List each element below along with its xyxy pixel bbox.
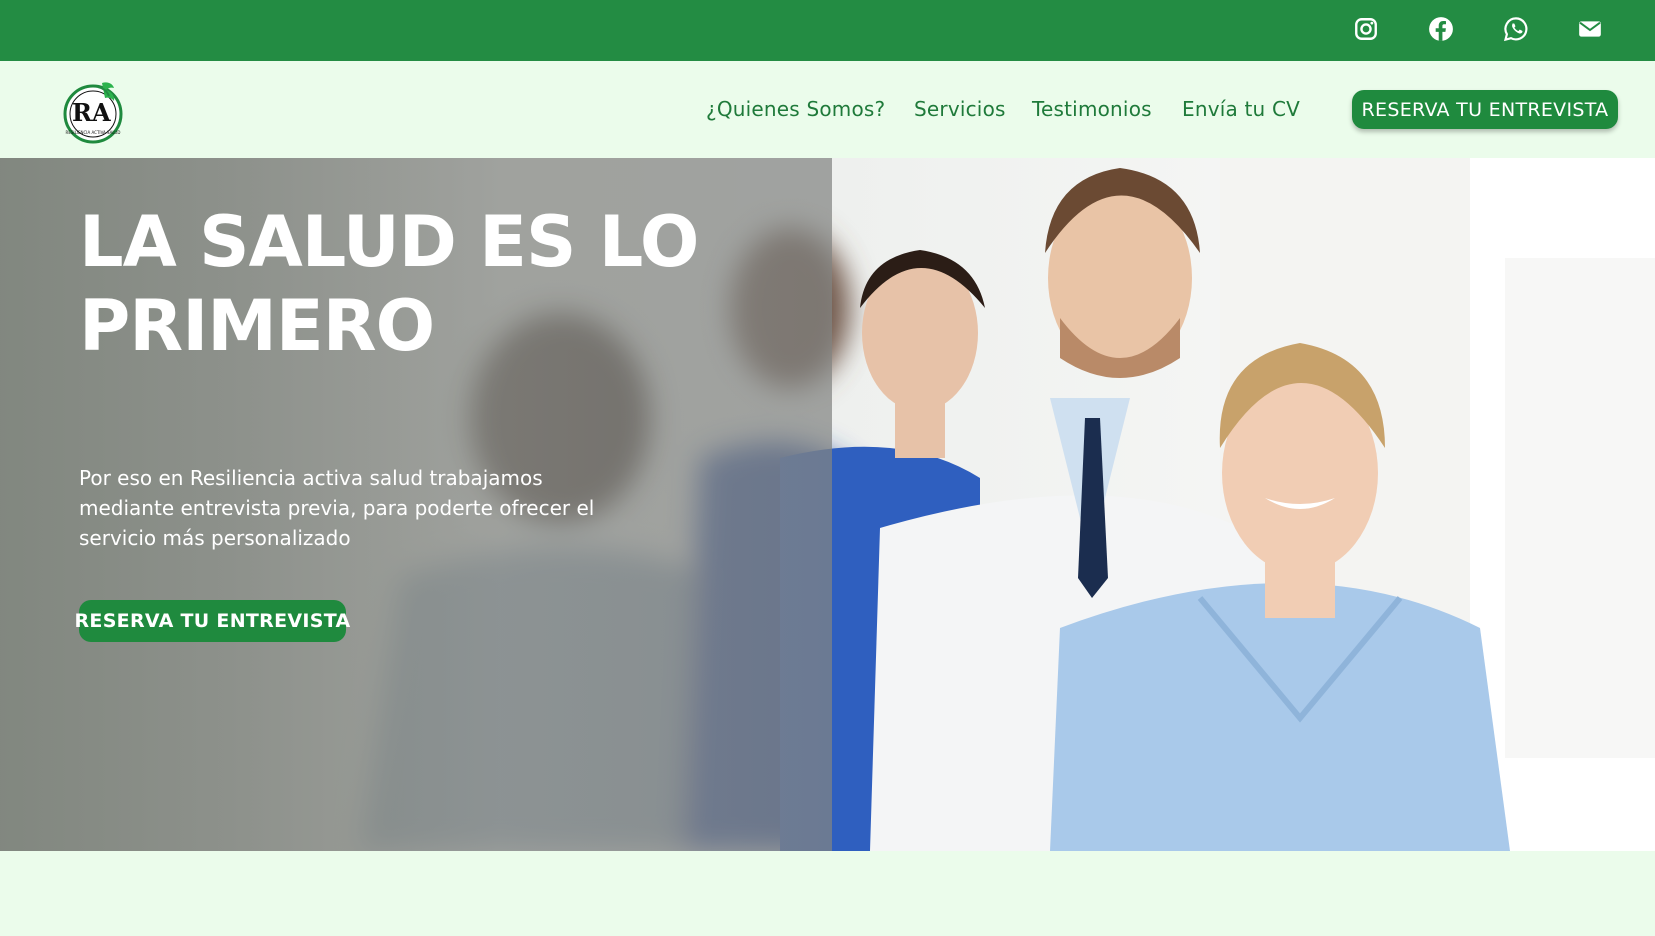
nav-envia-cv[interactable]: Envía tu CV xyxy=(1182,97,1300,121)
nav-testimonios[interactable]: Testimonios xyxy=(1032,97,1152,121)
hero-title: LA SALUD ES LO PRIMERO xyxy=(79,200,719,368)
hero-section: LA SALUD ES LO PRIMERO Por eso en Resili… xyxy=(0,158,1655,851)
mail-icon xyxy=(1579,21,1601,37)
page-bottom-band xyxy=(0,851,1655,936)
header-reserve-button[interactable]: RESERVA TU ENTREVISTA xyxy=(1352,90,1618,129)
hero-title-line-1: LA SALUD ES LO xyxy=(79,201,699,283)
facebook-link[interactable] xyxy=(1426,14,1456,44)
mail-link[interactable] xyxy=(1575,14,1605,44)
main-navbar: RA RESILIENCIA ACTIVA SALUD ¿Quienes Som… xyxy=(0,61,1655,158)
hero-reserve-button[interactable]: RESERVA TU ENTREVISTA xyxy=(74,600,350,642)
facebook-icon xyxy=(1429,17,1453,41)
logo-monogram: RA xyxy=(72,98,111,127)
hero-title-line-2: PRIMERO xyxy=(79,285,435,367)
nav-servicios[interactable]: Servicios xyxy=(914,97,1006,121)
nav-quienes-somos[interactable]: ¿Quienes Somos? xyxy=(706,97,885,121)
instagram-icon xyxy=(1355,18,1377,40)
social-bar xyxy=(0,0,1655,61)
logo-ring-text: RESILIENCIA ACTIVA SALUD xyxy=(66,130,121,135)
whatsapp-link[interactable] xyxy=(1501,14,1531,44)
logo-emblem: RA RESILIENCIA ACTIVA SALUD xyxy=(63,82,123,144)
instagram-link[interactable] xyxy=(1351,14,1381,44)
brand-logo[interactable]: RA RESILIENCIA ACTIVA SALUD xyxy=(58,79,132,145)
hero-description: Por eso en Resiliencia activa salud trab… xyxy=(79,466,595,550)
whatsapp-icon xyxy=(1503,17,1528,42)
